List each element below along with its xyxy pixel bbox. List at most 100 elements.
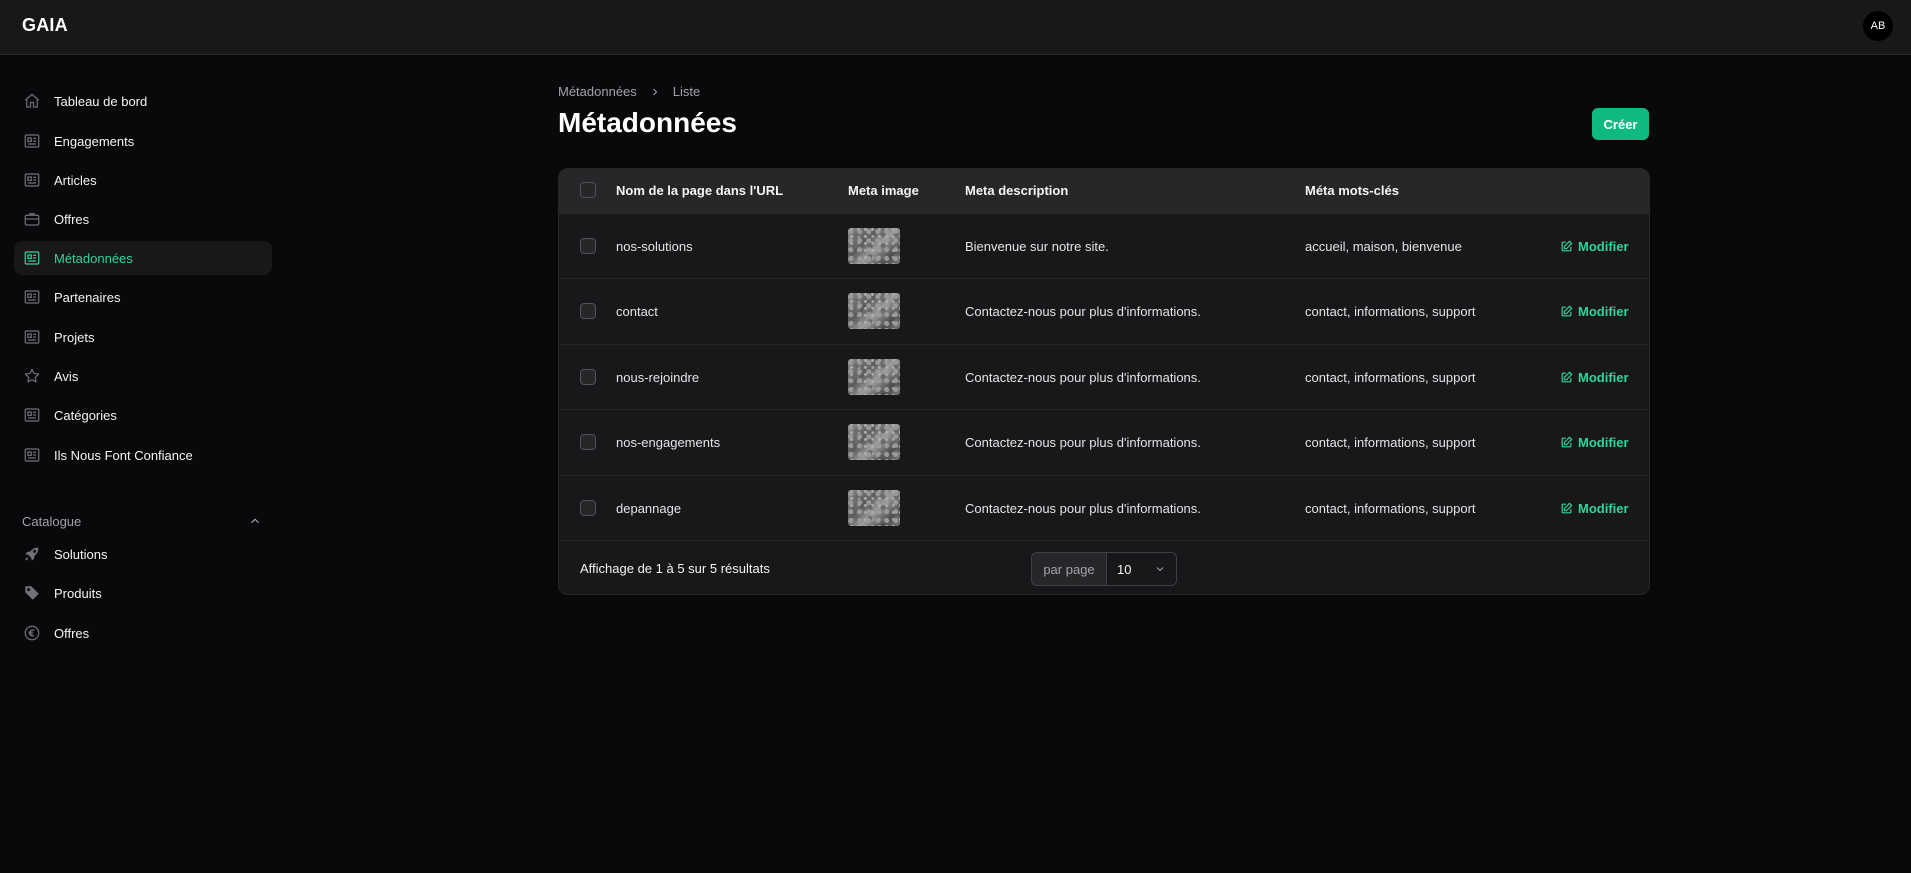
newspaper-icon: [22, 327, 42, 347]
edit-button[interactable]: Modifier: [1560, 214, 1629, 279]
description-cell: Contactez-nous pour plus d'informations.: [965, 304, 1201, 319]
create-button[interactable]: Créer: [1592, 108, 1649, 140]
home-icon: [22, 91, 42, 111]
page-name-cell: nos-engagements: [616, 435, 721, 450]
sidebar-item-avis[interactable]: Avis: [14, 359, 272, 393]
edit-label: Modifier: [1578, 501, 1629, 516]
sidebar-item-label: Ils Nous Font Confiance: [54, 447, 193, 463]
sidebar-item-label: Avis: [54, 368, 79, 384]
edit-button[interactable]: Modifier: [1560, 476, 1629, 541]
chevron-up-icon: [248, 514, 262, 528]
sidebar-item-offres-catalogue[interactable]: Offres: [14, 616, 272, 650]
meta-image-thumbnail: [848, 228, 900, 264]
page-name-cell: nos-solutions: [616, 239, 693, 254]
sidebar-item-label: Solutions: [54, 546, 108, 562]
sidebar-item-categories[interactable]: Catégories: [14, 398, 272, 432]
sidebar-item-partenaires[interactable]: Partenaires: [14, 280, 272, 314]
description-cell: Contactez-nous pour plus d'informations.: [965, 435, 1201, 450]
page-name-cell: nous-rejoindre: [616, 370, 700, 385]
catalogue-group-title: Catalogue: [22, 513, 82, 529]
row-checkbox[interactable]: [580, 434, 596, 450]
row-checkbox[interactable]: [580, 500, 596, 516]
sidebar-item-solutions[interactable]: Solutions: [14, 537, 272, 571]
sidebar-item-label: Projets: [54, 329, 95, 345]
select-all-checkbox[interactable]: [580, 182, 596, 198]
column-header-image[interactable]: Meta image: [848, 169, 919, 213]
metadata-table: Nom de la page dans l'URL Meta image Met…: [558, 168, 1650, 595]
column-header-page[interactable]: Nom de la page dans l'URL: [616, 169, 783, 213]
sidebar-item-label: Catégories: [54, 407, 117, 423]
edit-label: Modifier: [1578, 239, 1629, 254]
keywords-cell: contact, informations, support: [1305, 435, 1476, 450]
table-row: nous-rejoindre Contactez-nous pour plus …: [559, 344, 1649, 409]
per-page-control: par page 10: [1031, 552, 1177, 586]
star-icon: [22, 366, 42, 386]
sidebar-item-projets[interactable]: Projets: [14, 320, 272, 354]
edit-icon: [1560, 371, 1573, 384]
edit-button[interactable]: Modifier: [1560, 279, 1629, 344]
table-row: depannage Contactez-nous pour plus d'inf…: [559, 475, 1649, 540]
sidebar-item-offres[interactable]: Offres: [14, 202, 272, 236]
table-footer: Affichage de 1 à 5 sur 5 résultats par p…: [559, 540, 1649, 594]
breadcrumb: Métadonnées Liste: [558, 84, 700, 99]
row-checkbox[interactable]: [580, 369, 596, 385]
keywords-cell: contact, informations, support: [1305, 370, 1476, 385]
chevron-right-icon: [649, 86, 661, 98]
sidebar-item-label: Produits: [54, 585, 102, 601]
breadcrumb-current: Liste: [672, 84, 701, 99]
edit-button[interactable]: Modifier: [1560, 410, 1629, 475]
edit-icon: [1560, 240, 1573, 253]
catalogue-group-toggle[interactable]: Catalogue: [22, 508, 262, 534]
rocket-icon: [22, 544, 42, 564]
keywords-cell: contact, informations, support: [1305, 304, 1476, 319]
sidebar-item-label: Partenaires: [54, 289, 121, 305]
row-checkbox[interactable]: [580, 303, 596, 319]
newspaper-icon: [22, 445, 42, 465]
pagination-summary: Affichage de 1 à 5 sur 5 résultats: [580, 561, 770, 576]
description-cell: Bienvenue sur notre site.: [965, 239, 1109, 254]
sidebar-item-label: Tableau de bord: [54, 93, 148, 109]
per-page-value: 10: [1117, 561, 1132, 577]
sidebar-item-tableau-de-bord[interactable]: Tableau de bord: [14, 84, 272, 118]
sidebar-item-label: Métadonnées: [54, 250, 133, 266]
sidebar: Tableau de bord Engagements Articles Off…: [0, 55, 280, 873]
sidebar-item-articles[interactable]: Articles: [14, 163, 272, 197]
top-bar: GAIA AB: [0, 0, 1911, 55]
newspaper-icon: [22, 248, 42, 268]
edit-icon: [1560, 305, 1573, 318]
sidebar-item-produits[interactable]: Produits: [14, 576, 272, 610]
per-page-label: par page: [1032, 553, 1107, 585]
newspaper-icon: [22, 170, 42, 190]
edit-icon: [1560, 502, 1573, 515]
meta-image-thumbnail: [848, 424, 900, 460]
sidebar-item-label: Offres: [54, 625, 90, 641]
table-header: Nom de la page dans l'URL Meta image Met…: [559, 169, 1649, 213]
table-row: nos-solutions Bienvenue sur notre site. …: [559, 213, 1649, 278]
column-header-description[interactable]: Meta description: [965, 169, 1068, 213]
sidebar-item-metadonnees[interactable]: Métadonnées: [14, 241, 272, 275]
per-page-select[interactable]: 10: [1107, 553, 1176, 585]
edit-icon: [1560, 436, 1573, 449]
newspaper-icon: [22, 287, 42, 307]
meta-image-thumbnail: [848, 490, 900, 526]
sidebar-item-label: Articles: [54, 172, 97, 188]
avatar[interactable]: AB: [1863, 11, 1893, 41]
newspaper-icon: [22, 131, 42, 151]
tag-icon: [22, 583, 42, 603]
page-title: Métadonnées: [558, 107, 737, 138]
sidebar-item-label: Engagements: [54, 133, 135, 149]
edit-label: Modifier: [1578, 370, 1629, 385]
sidebar-item-engagements[interactable]: Engagements: [14, 124, 272, 158]
briefcase-icon: [22, 209, 42, 229]
column-header-keywords[interactable]: Méta mots-clés: [1305, 169, 1399, 213]
sidebar-item-ils-nous-font-confiance[interactable]: Ils Nous Font Confiance: [14, 438, 272, 472]
row-checkbox[interactable]: [580, 238, 596, 254]
meta-image-thumbnail: [848, 359, 900, 395]
chevron-down-icon: [1154, 563, 1166, 575]
edit-button[interactable]: Modifier: [1560, 345, 1629, 410]
brand-logo[interactable]: GAIA: [22, 15, 68, 36]
page-name-cell: contact: [616, 304, 658, 319]
euro-icon: [22, 623, 42, 643]
breadcrumb-link[interactable]: Métadonnées: [558, 84, 637, 99]
edit-label: Modifier: [1578, 435, 1629, 450]
